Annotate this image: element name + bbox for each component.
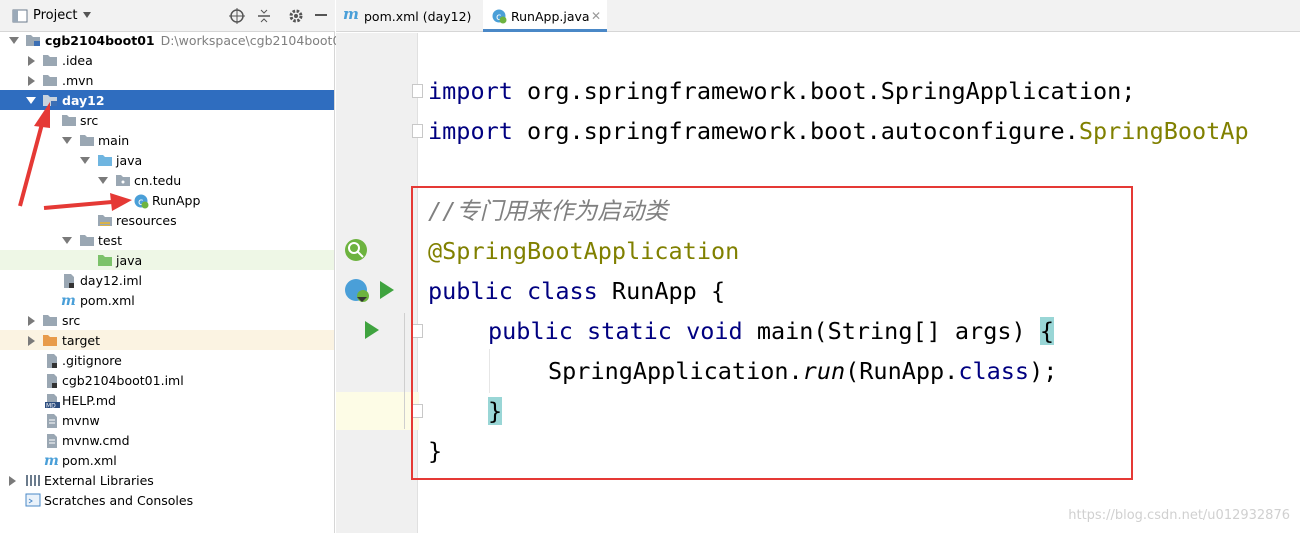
svg-text:m: m <box>343 6 359 22</box>
tab-label: RunApp.java <box>511 9 590 24</box>
code-line-import-2[interactable]: import org.springframework.boot.autoconf… <box>428 111 1249 151</box>
run-class-icon[interactable] <box>379 280 395 300</box>
annotation-arrows <box>18 102 132 211</box>
red-arrow-to-runapp <box>43 193 132 211</box>
code-line-import-1[interactable]: import org.springframework.boot.SpringAp… <box>428 71 1135 111</box>
maven-icon: m <box>343 6 361 22</box>
spring-class-icon: c <box>491 8 507 24</box>
watermark: https://blog.csdn.net/u012932876 <box>1068 508 1290 523</box>
red-arrow-to-day12 <box>18 102 50 207</box>
tab-runapp-java[interactable]: c RunApp.java ✕ <box>483 0 607 32</box>
run-main-icon[interactable] <box>364 320 380 340</box>
keyword-import: import <box>428 117 513 145</box>
spring-bean-gutter-icon[interactable] <box>343 237 369 263</box>
method-separator-line <box>404 313 405 429</box>
import-path: org.springframework.boot.autoconfigure. <box>512 117 1079 145</box>
close-icon[interactable]: ✕ <box>591 9 601 23</box>
editor-tab-bar: m pom.xml (day12) c RunApp.java ✕ <box>336 0 1300 32</box>
import-path: org.springframework.boot.SpringApplicati… <box>512 77 1136 105</box>
import-class: SpringBootAp <box>1078 117 1249 145</box>
fold-marker[interactable] <box>412 84 423 98</box>
fold-marker[interactable] <box>412 124 423 138</box>
tab-label: pom.xml (day12) <box>364 9 472 24</box>
project-tool-window: Project cgb2104boot01 D:\workspace\cgb210… <box>0 0 348 533</box>
keyword-import: import <box>428 77 513 105</box>
spring-class-gutter-icon[interactable] <box>343 277 373 303</box>
tab-pom-xml[interactable]: m pom.xml (day12) <box>336 0 482 32</box>
red-highlight-box <box>411 186 1133 480</box>
